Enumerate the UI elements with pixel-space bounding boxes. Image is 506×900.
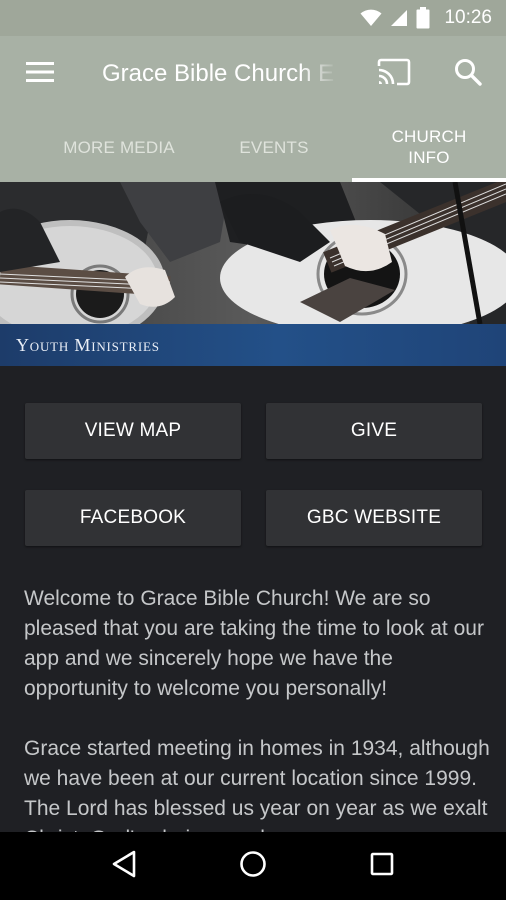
banner-caption: Youth Ministries — [16, 334, 160, 355]
screen: 10:26 Grace Bible Church E MORE MEDIA EV… — [0, 0, 506, 900]
signal-icon — [390, 9, 408, 27]
menu-button[interactable] — [0, 36, 80, 112]
back-button[interactable] — [99, 841, 149, 891]
cast-button[interactable] — [376, 56, 412, 92]
view-map-button[interactable]: VIEW MAP — [25, 403, 241, 459]
status-bar: 10:26 — [0, 0, 506, 36]
back-icon — [111, 850, 137, 883]
gbc-website-button[interactable]: GBC WEBSITE — [266, 490, 482, 546]
tab-label: CHURCH INFO — [391, 127, 467, 167]
tab-events[interactable]: EVENTS — [200, 112, 348, 182]
banner: Youth Ministries — [0, 182, 506, 366]
tab-label: MORE MEDIA — [63, 137, 175, 157]
facebook-button[interactable]: FACEBOOK — [25, 490, 241, 546]
recents-button[interactable] — [357, 841, 407, 891]
search-button[interactable] — [450, 56, 486, 92]
give-button[interactable]: GIVE — [266, 403, 482, 459]
status-time: 10:26 — [444, 7, 492, 28]
battery-icon — [416, 7, 430, 29]
wifi-icon — [360, 9, 382, 27]
welcome-paragraph: Welcome to Grace Bible Church! We are so… — [24, 587, 484, 700]
navigation-bar — [0, 832, 506, 900]
cast-icon — [377, 58, 411, 91]
tab-church-info[interactable]: CHURCH INFO — [352, 112, 506, 182]
banner-photo — [0, 182, 506, 324]
tab-bar: MORE MEDIA EVENTS CHURCH INFO — [0, 112, 506, 182]
home-button[interactable] — [228, 841, 278, 891]
banner-caption-strip: Youth Ministries — [0, 324, 506, 366]
menu-icon — [26, 61, 54, 87]
app-bar: Grace Bible Church E — [0, 36, 506, 112]
tab-label: EVENTS — [239, 137, 309, 157]
recents-icon — [370, 852, 394, 881]
tab-more-media[interactable]: MORE MEDIA — [38, 112, 200, 182]
app-title: Grace Bible Church E — [102, 60, 335, 87]
search-icon — [454, 58, 482, 91]
home-icon — [239, 850, 267, 883]
